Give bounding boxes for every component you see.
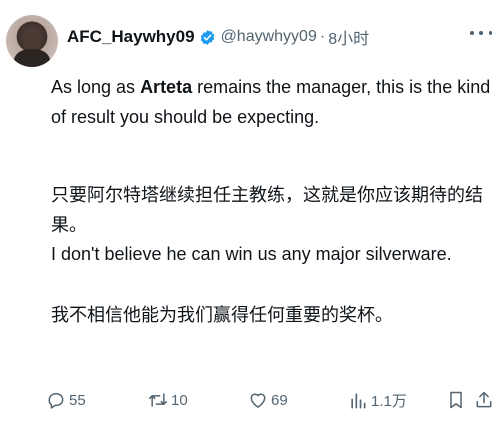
tweet-header: AFC_Haywhy09 @haywhyy09 · 8小时: [67, 25, 369, 49]
text-segment: As long as: [51, 77, 141, 97]
author-name[interactable]: AFC_Haywhy09: [67, 27, 195, 47]
avatar[interactable]: [6, 15, 58, 67]
like-button[interactable]: 69: [248, 390, 288, 410]
reply-count: 55: [69, 391, 86, 409]
more-dot: [479, 31, 483, 35]
separator-dot: ·: [319, 28, 326, 45]
more-options-icon[interactable]: [470, 24, 492, 42]
more-dot: [488, 31, 492, 35]
heart-icon: [250, 393, 266, 408]
tweet-text-paragraph: I don't believe he can win us any major …: [51, 244, 452, 264]
repost-icon: [148, 393, 168, 407]
mention-text: Arteta: [140, 77, 193, 97]
more-dot: [470, 31, 474, 35]
verified-badge-icon[interactable]: [199, 29, 216, 46]
timestamp[interactable]: 8小时: [328, 25, 369, 49]
repost-count: 10: [171, 391, 188, 409]
like-count: 69: [271, 391, 288, 409]
share-button[interactable]: [474, 390, 494, 410]
bookmark-icon: [450, 391, 462, 409]
avatar-body: [14, 49, 50, 67]
action-bar: 55 10 69 1.1万: [0, 390, 500, 420]
analytics-icon: [351, 393, 366, 408]
view-count: 1.1万: [371, 393, 407, 410]
reply-icon: [48, 393, 64, 409]
tweet-text-paragraph: 我不相信他能为我们赢得任何重要的奖杯。: [51, 305, 393, 325]
repost-button[interactable]: 10: [148, 390, 188, 410]
views-button[interactable]: 1.1万: [348, 390, 407, 411]
reply-button[interactable]: 55: [46, 390, 86, 410]
tweet-text-paragraph: As long as Arteta remains the manager, t…: [51, 72, 491, 132]
avatar-face: [23, 27, 41, 51]
share-icon: [476, 391, 492, 408]
author-handle[interactable]: @haywhyy09: [221, 28, 317, 46]
bookmark-button[interactable]: [446, 390, 466, 410]
tweet-text-paragraph: 只要阿尔特塔继续担任主教练，这就是你应该期待的结果。: [51, 185, 483, 235]
